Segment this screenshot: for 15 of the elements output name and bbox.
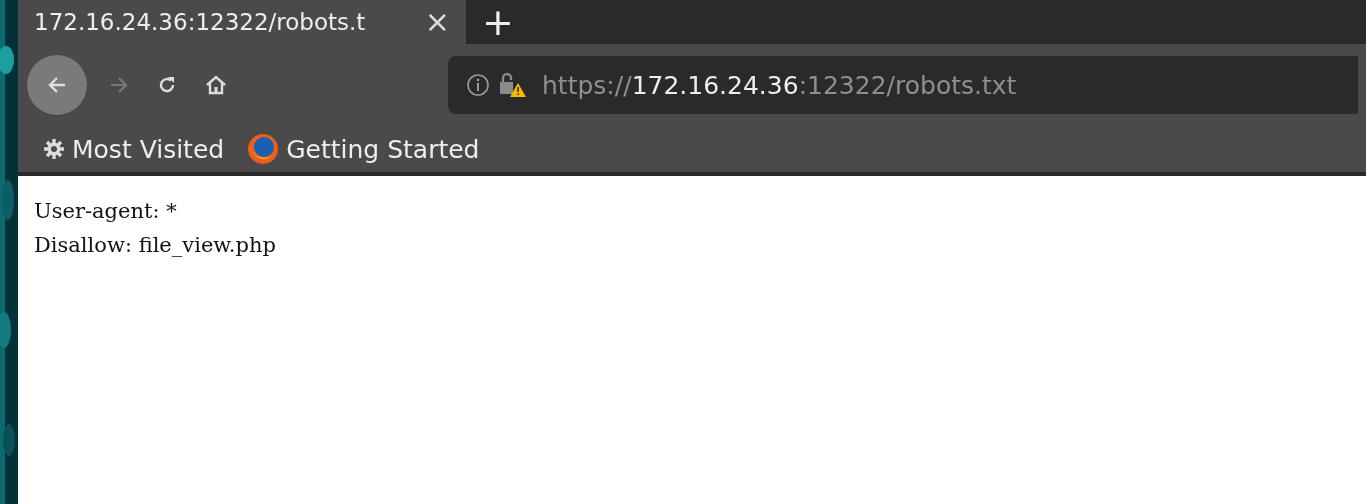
home-icon[interactable] bbox=[204, 73, 228, 97]
text-line: User-agent: * bbox=[34, 198, 178, 225]
new-tab-button[interactable]: + bbox=[466, 0, 530, 44]
close-button[interactable]: × bbox=[416, 7, 458, 37]
gear-icon bbox=[42, 137, 66, 161]
info-icon[interactable] bbox=[466, 73, 490, 97]
address-bar[interactable]: https://172.16.24.36:12322/robots.txt bbox=[448, 56, 1358, 114]
bookmark-item[interactable]: Getting Started bbox=[246, 132, 480, 166]
browser-tab[interactable]: 172.16.24.36:12322/robots.t × bbox=[18, 0, 466, 44]
tab-title: 172.16.24.36:12322/robots.t bbox=[34, 9, 367, 35]
insecure-lock-icon[interactable] bbox=[498, 71, 528, 99]
url-text: https://172.16.24.36:12322/robots.txt bbox=[542, 70, 1017, 100]
bookmark-item[interactable]: Most Visited bbox=[42, 134, 225, 164]
globe-logo-icon bbox=[246, 132, 281, 166]
text-line: Disallow: file_view.php bbox=[34, 232, 277, 259]
